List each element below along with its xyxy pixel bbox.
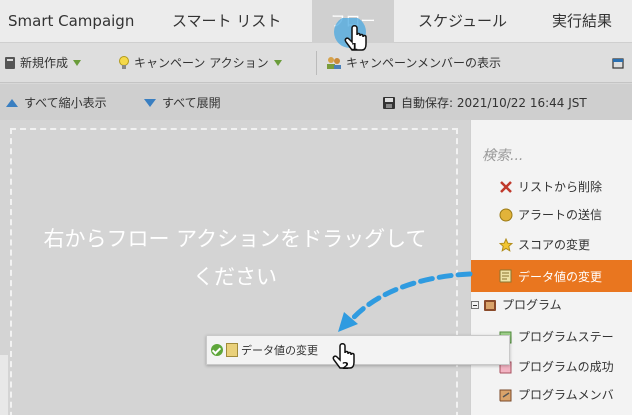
program-member-icon: [499, 389, 512, 401]
palette-item-label: プログラムステー: [518, 330, 614, 344]
campaign-actions-label: キャンペーン アクション: [134, 56, 269, 70]
palette-item-program-success[interactable]: プログラムの成功: [499, 358, 614, 375]
dropdown-arrow-icon: [73, 60, 82, 66]
expand-all-button[interactable]: すべて展開: [144, 94, 221, 111]
autosave-text: 自動保存: 2021/10/22 16:44 JST: [401, 96, 587, 110]
palette-item-label: アラートの送信: [518, 208, 603, 222]
data-value-icon: [226, 343, 238, 357]
palette-item-label: データ値の変更: [518, 269, 603, 284]
data-value-icon: [499, 269, 512, 283]
canvas-left-strip: [0, 355, 8, 415]
palette-item-label: プログラムの成功: [518, 360, 614, 374]
flow-action-palette: 検索... リストから削除 アラートの送信 スコアの変更 データ値の変更 プログ…: [470, 120, 632, 415]
check-icon: [211, 344, 223, 356]
palette-item-label: プログラムメンバ: [518, 388, 614, 402]
dropdown-arrow-icon: [273, 60, 282, 66]
star-icon: [499, 237, 513, 252]
collapse-all-label: すべて縮小表示: [24, 96, 107, 110]
toolbar: 新規作成 キャンペーン アクション キャンペーンメンバーの表示: [0, 43, 632, 83]
palette-item-program-status[interactable]: プログラムステー: [499, 328, 614, 345]
flow-subbar: すべて縮小表示 すべて展開 自動保存: 2021/10/22 16:44 JST: [0, 84, 632, 120]
tab-results[interactable]: 実行結果: [552, 0, 612, 43]
palette-item-change-data-value[interactable]: データ値の変更: [471, 260, 632, 292]
step-badge-1: 1: [351, 42, 358, 53]
palette-item-label: スコアの変更: [518, 238, 591, 252]
palette-search-input[interactable]: 検索...: [482, 145, 523, 165]
hint-line-1: 右からフロー アクションをドラッグして: [43, 227, 427, 251]
collapse-all-button[interactable]: すべて縮小表示: [6, 94, 107, 111]
drag-direction-arrow: [338, 271, 473, 332]
new-label: 新規作成: [20, 56, 69, 70]
palette-folder-program[interactable]: プログラム: [471, 296, 562, 313]
palette-item-remove-from-list[interactable]: リストから削除: [499, 178, 602, 195]
tab-bar: Smart Campaign スマート リスト フロー スケジュール 実行結果: [0, 0, 632, 43]
campaign-actions-button[interactable]: キャンペーン アクション: [118, 54, 282, 72]
new-document-icon: [5, 57, 15, 69]
palette-item-send-alert[interactable]: アラートの送信: [499, 206, 602, 223]
lightbulb-icon: [119, 56, 129, 69]
new-button[interactable]: 新規作成: [4, 54, 82, 72]
save-disk-icon: [383, 96, 395, 109]
palette-item-change-score[interactable]: スコアの変更: [499, 236, 590, 253]
hand-cursor-icon: 2: [332, 343, 355, 372]
tab-schedule[interactable]: スケジュール: [418, 0, 507, 43]
toolbar-divider: [316, 51, 317, 75]
collapse-triangle-icon: [6, 98, 18, 107]
remove-from-list-icon: [500, 180, 512, 193]
expand-triangle-icon: [144, 98, 156, 107]
alert-icon: [499, 208, 513, 221]
palette-item-program-member[interactable]: プログラムメンバ: [499, 386, 614, 403]
window-icon: [612, 58, 624, 69]
tab-smart-list[interactable]: スマート リスト: [172, 0, 281, 43]
step-badge-2: 2: [342, 361, 349, 372]
hand-cursor-icon: 1: [334, 18, 367, 53]
window-button[interactable]: [612, 54, 628, 72]
palette-item-label: プログラム: [502, 298, 562, 312]
dragged-flow-step-label: データ値の変更: [241, 344, 318, 357]
autosave-status: 自動保存: 2021/10/22 16:44 JST: [382, 94, 587, 111]
program-folder-icon: [484, 299, 496, 311]
expand-all-label: すべて展開: [162, 96, 221, 110]
palette-item-label: リストから削除: [518, 180, 603, 194]
tab-smart-campaign[interactable]: Smart Campaign: [8, 0, 134, 43]
